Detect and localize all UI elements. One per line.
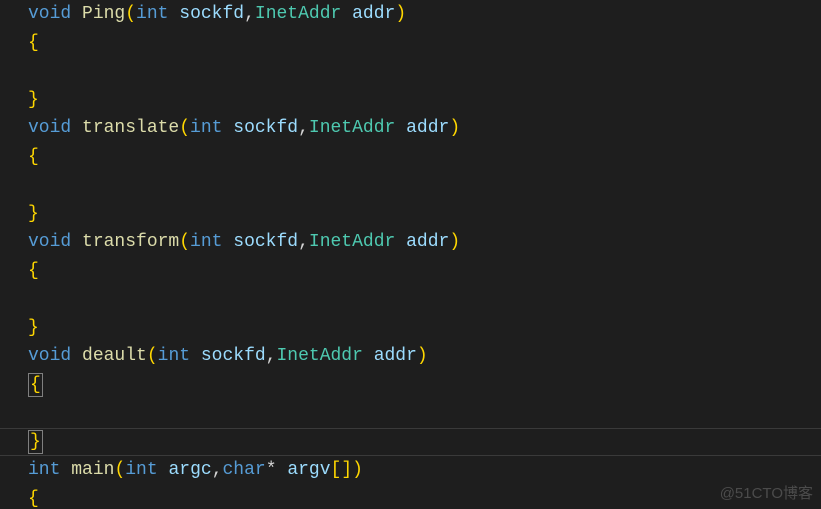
code-token: int xyxy=(136,4,179,24)
code-token: sockfd xyxy=(201,346,266,366)
code-token: char xyxy=(223,460,266,480)
code-token: Ping xyxy=(82,4,125,24)
code-token: ) xyxy=(352,460,363,480)
code-line[interactable]: void Ping(int sockfd,InetAddr addr) xyxy=(28,0,821,29)
code-token: addr xyxy=(406,118,449,138)
code-token: , xyxy=(212,460,223,480)
code-token: sockfd xyxy=(233,118,298,138)
code-token: int xyxy=(190,232,233,252)
code-token: main xyxy=(71,460,114,480)
code-token: transform xyxy=(82,232,179,252)
code-token: int xyxy=(190,118,233,138)
code-token: ( xyxy=(114,460,125,480)
code-editor[interactable]: void Ping(int sockfd,InetAddr addr){}voi… xyxy=(0,0,821,509)
code-token: translate xyxy=(82,118,179,138)
code-token: addr xyxy=(406,232,449,252)
code-line[interactable]: void deault(int sockfd,InetAddr addr) xyxy=(28,342,821,371)
code-token: { xyxy=(28,489,39,509)
code-token: int xyxy=(28,460,71,480)
code-token: void xyxy=(28,4,82,24)
code-token: } xyxy=(28,204,39,224)
code-token: deault xyxy=(82,346,147,366)
code-token: } xyxy=(28,430,43,454)
code-token: InetAddr xyxy=(309,232,406,252)
code-token: void xyxy=(28,118,82,138)
code-token: ( xyxy=(179,232,190,252)
code-token: InetAddr xyxy=(255,4,352,24)
code-token: InetAddr xyxy=(276,346,373,366)
code-line[interactable]: } xyxy=(28,200,821,229)
code-token: { xyxy=(28,147,39,167)
code-token: void xyxy=(28,232,82,252)
code-token: argc xyxy=(168,460,211,480)
code-token: } xyxy=(28,90,39,110)
code-token: , xyxy=(244,4,255,24)
code-token: int xyxy=(158,346,201,366)
code-token: [] xyxy=(331,460,353,480)
code-token: { xyxy=(28,33,39,53)
code-line[interactable]: } xyxy=(28,428,821,457)
code-line[interactable]: { xyxy=(28,143,821,172)
code-token: , xyxy=(266,346,277,366)
code-token: ( xyxy=(147,346,158,366)
code-token: ) xyxy=(417,346,428,366)
code-token: { xyxy=(28,373,43,397)
code-line[interactable] xyxy=(28,57,821,86)
code-token: sockfd xyxy=(233,232,298,252)
code-line[interactable]: void transform(int sockfd,InetAddr addr) xyxy=(28,228,821,257)
code-token: ) xyxy=(449,118,460,138)
code-line[interactable]: } xyxy=(28,314,821,343)
code-line[interactable] xyxy=(28,171,821,200)
code-line[interactable]: } xyxy=(28,86,821,115)
code-token: InetAddr xyxy=(309,118,406,138)
code-token: , xyxy=(298,118,309,138)
code-line[interactable]: { xyxy=(28,485,821,509)
code-line[interactable] xyxy=(28,399,821,428)
code-token: ) xyxy=(449,232,460,252)
code-token: ( xyxy=(125,4,136,24)
code-line[interactable]: void translate(int sockfd,InetAddr addr) xyxy=(28,114,821,143)
code-line[interactable] xyxy=(28,285,821,314)
code-line[interactable]: { xyxy=(28,371,821,400)
code-token: ( xyxy=(179,118,190,138)
code-token: , xyxy=(298,232,309,252)
code-line[interactable]: { xyxy=(28,257,821,286)
code-token: argv xyxy=(287,460,330,480)
code-token: addr xyxy=(374,346,417,366)
code-token: int xyxy=(125,460,168,480)
code-line[interactable]: int main(int argc,char* argv[]) xyxy=(28,456,821,485)
code-token: sockfd xyxy=(179,4,244,24)
code-token: ) xyxy=(395,4,406,24)
code-token: } xyxy=(28,318,39,338)
code-token: void xyxy=(28,346,82,366)
code-token: addr xyxy=(352,4,395,24)
code-line[interactable]: { xyxy=(28,29,821,58)
code-token: { xyxy=(28,261,39,281)
code-token: * xyxy=(266,460,288,480)
